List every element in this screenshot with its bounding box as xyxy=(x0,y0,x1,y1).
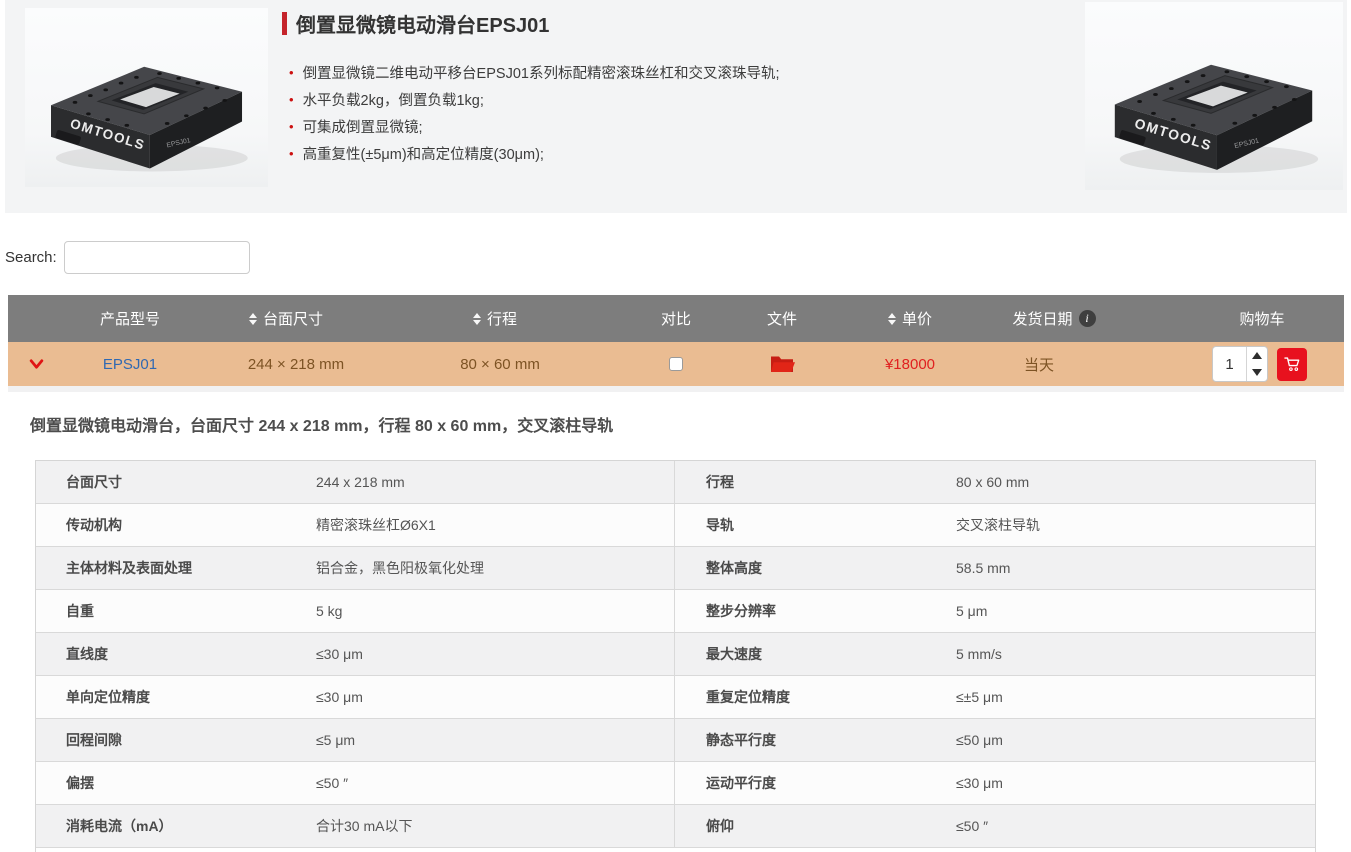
spec-value: 精密滚珠丝杠Ø6X1 xyxy=(316,504,674,546)
spec-label: 自重 xyxy=(36,590,316,632)
search-input[interactable] xyxy=(64,241,250,274)
spec-label: 主体材料及表面处理 xyxy=(36,547,316,589)
feature-item: •水平负载2kg，倒置负载1kg; xyxy=(289,86,779,113)
spec-value: ≤50 ″ xyxy=(316,762,674,804)
price-value: ¥18000 xyxy=(885,356,935,373)
spec-label: 整步分辨率 xyxy=(674,590,956,632)
feature-list: •倒置显微镜二维电动平移台EPSJ01系列标配精密滚珠丝杠和交叉滚珠导轨; •水… xyxy=(289,59,779,167)
spec-row: 回程间隙≤5 μm静态平行度≤50 μm xyxy=(36,719,1315,762)
product-summary: 倒置显微镜电动滑台，台面尺寸 244 x 218 mm，行程 80 x 60 m… xyxy=(30,412,613,436)
product-image-left xyxy=(25,8,268,187)
spec-label: 直线度 xyxy=(36,633,316,675)
spec-value: ≤30 μm xyxy=(316,633,674,675)
spec-value: 80 x 60 mm xyxy=(956,461,1315,503)
col-header-delivery: 发货日期 i xyxy=(974,295,1134,342)
cart-icon xyxy=(1283,355,1302,373)
row-divider xyxy=(8,386,1344,392)
spec-label: 整体高度 xyxy=(674,547,956,589)
sort-icon[interactable] xyxy=(249,313,257,325)
add-to-cart-button[interactable] xyxy=(1277,348,1307,381)
feature-item: •高重复性(±5μm)和高定位精度(30μm); xyxy=(289,140,779,167)
search-label: Search: xyxy=(5,249,57,266)
spec-label: 最大速度 xyxy=(674,633,956,675)
product-model-link[interactable]: EPSJ01 xyxy=(103,356,157,373)
feature-item: •可集成倒置显微镜; xyxy=(289,113,779,140)
quantity-input[interactable] xyxy=(1213,356,1246,373)
spec-value: ≤50 μm xyxy=(956,719,1315,761)
bullet-icon: • xyxy=(289,65,294,80)
spec-value: ≤30 μm xyxy=(956,762,1315,804)
spec-value: 铝合金，黑色阳极氧化处理 xyxy=(316,547,674,589)
spec-label: 回程间隙 xyxy=(36,719,316,761)
product-row: EPSJ01 244 × 218 mm 80 × 60 mm ¥18000 当天 xyxy=(8,342,1344,386)
product-table-header: 产品型号 台面尺寸 行程 对比 文件 单价 发货日期 i 购物车 xyxy=(8,295,1344,342)
compare-checkbox[interactable] xyxy=(669,357,683,371)
quantity-up-button[interactable] xyxy=(1247,347,1267,364)
folder-icon xyxy=(769,354,795,375)
spec-row: 消耗电流（mA）合计30 mA以下俯仰≤50 ″ xyxy=(36,805,1315,848)
spec-row: 传动机构精密滚珠丝杠Ø6X1导轨交叉滚柱导轨 xyxy=(36,504,1315,547)
surface-size-value: 244 × 218 mm xyxy=(248,356,344,373)
sort-icon[interactable] xyxy=(888,313,896,325)
page-title: 倒置显微镜电动滑台EPSJ01 xyxy=(296,9,549,38)
spec-label: 重复定位精度 xyxy=(674,676,956,718)
bullet-icon: • xyxy=(289,146,294,161)
spec-label: 行程 xyxy=(674,461,956,503)
search-bar: Search: xyxy=(5,240,250,274)
spec-value: 244 x 218 mm xyxy=(316,461,674,503)
spec-value: ≤5 μm xyxy=(316,719,674,761)
spec-row: 直线度≤30 μm最大速度5 mm/s xyxy=(36,633,1315,676)
spec-row: 主体材料及表面处理铝合金，黑色阳极氧化处理整体高度58.5 mm xyxy=(36,547,1315,590)
spec-label: 静态平行度 xyxy=(674,719,956,761)
spec-value: 5 μm xyxy=(956,590,1315,632)
spec-value: 58.5 mm xyxy=(956,547,1315,589)
spec-value: 5 kg xyxy=(316,590,674,632)
spec-row: 自重5 kg整步分辨率5 μm xyxy=(36,590,1315,633)
product-table: 产品型号 台面尺寸 行程 对比 文件 单价 发货日期 i 购物车 xyxy=(8,295,1344,392)
spec-row: 偏摆≤50 ″运动平行度≤30 μm xyxy=(36,762,1315,805)
quantity-down-button[interactable] xyxy=(1247,364,1267,381)
title-accent-bar xyxy=(282,12,287,35)
feature-item: •倒置显微镜二维电动平移台EPSJ01系列标配精密滚珠丝杠和交叉滚珠导轨; xyxy=(289,59,779,86)
spec-label: 传动机构 xyxy=(36,504,316,546)
spec-label: 单向定位精度 xyxy=(36,676,316,718)
col-header-file: 文件 xyxy=(722,295,842,342)
spec-row: 台面尺寸244 x 218 mm行程80 x 60 mm xyxy=(36,461,1315,504)
spec-value: 交叉滚柱导轨 xyxy=(956,504,1315,546)
file-download[interactable] xyxy=(722,342,842,386)
bullet-icon: • xyxy=(289,92,294,107)
spec-value: ≤±5 μm xyxy=(956,676,1315,718)
col-header-cart: 购物车 xyxy=(1202,295,1322,342)
spec-label: 俯仰 xyxy=(674,805,956,847)
spec-label: 消耗电流（mA） xyxy=(36,805,316,847)
col-header-model[interactable]: 产品型号 xyxy=(60,295,200,342)
spec-table: 台面尺寸244 x 218 mm行程80 x 60 mm传动机构精密滚珠丝杠Ø6… xyxy=(35,460,1316,852)
spec-value: ≤30 μm xyxy=(316,676,674,718)
spec-value: 合计30 mA以下 xyxy=(316,805,674,847)
col-header-price[interactable]: 单价 xyxy=(845,295,975,342)
spec-label: 导轨 xyxy=(674,504,956,546)
bullet-icon: • xyxy=(289,119,294,134)
expand-row-button[interactable] xyxy=(16,342,56,386)
spec-label: 偏摆 xyxy=(36,762,316,804)
spec-label: 台面尺寸 xyxy=(36,461,316,503)
chevron-down-icon xyxy=(29,358,44,370)
col-header-surface[interactable]: 台面尺寸 xyxy=(216,295,356,342)
spec-value: ≤50 ″ xyxy=(956,805,1315,847)
travel-value: 80 × 60 mm xyxy=(460,356,540,373)
info-icon[interactable]: i xyxy=(1079,310,1096,327)
product-image-right xyxy=(1085,2,1343,190)
sort-icon[interactable] xyxy=(473,313,481,325)
spec-row: 单向定位精度≤30 μm重复定位精度≤±5 μm xyxy=(36,676,1315,719)
quantity-stepper xyxy=(1212,346,1268,382)
spec-row-cutoff xyxy=(36,848,1315,852)
spec-label: 运动平行度 xyxy=(674,762,956,804)
spec-value: 5 mm/s xyxy=(956,633,1315,675)
delivery-value: 当天 xyxy=(1024,354,1054,375)
col-header-travel[interactable]: 行程 xyxy=(420,295,570,342)
col-header-compare: 对比 xyxy=(616,295,736,342)
product-banner: OMTOOLS EPSJ01 倒置显微镜电动滑台EPSJ01 •倒置显微镜二维电… xyxy=(5,0,1347,213)
